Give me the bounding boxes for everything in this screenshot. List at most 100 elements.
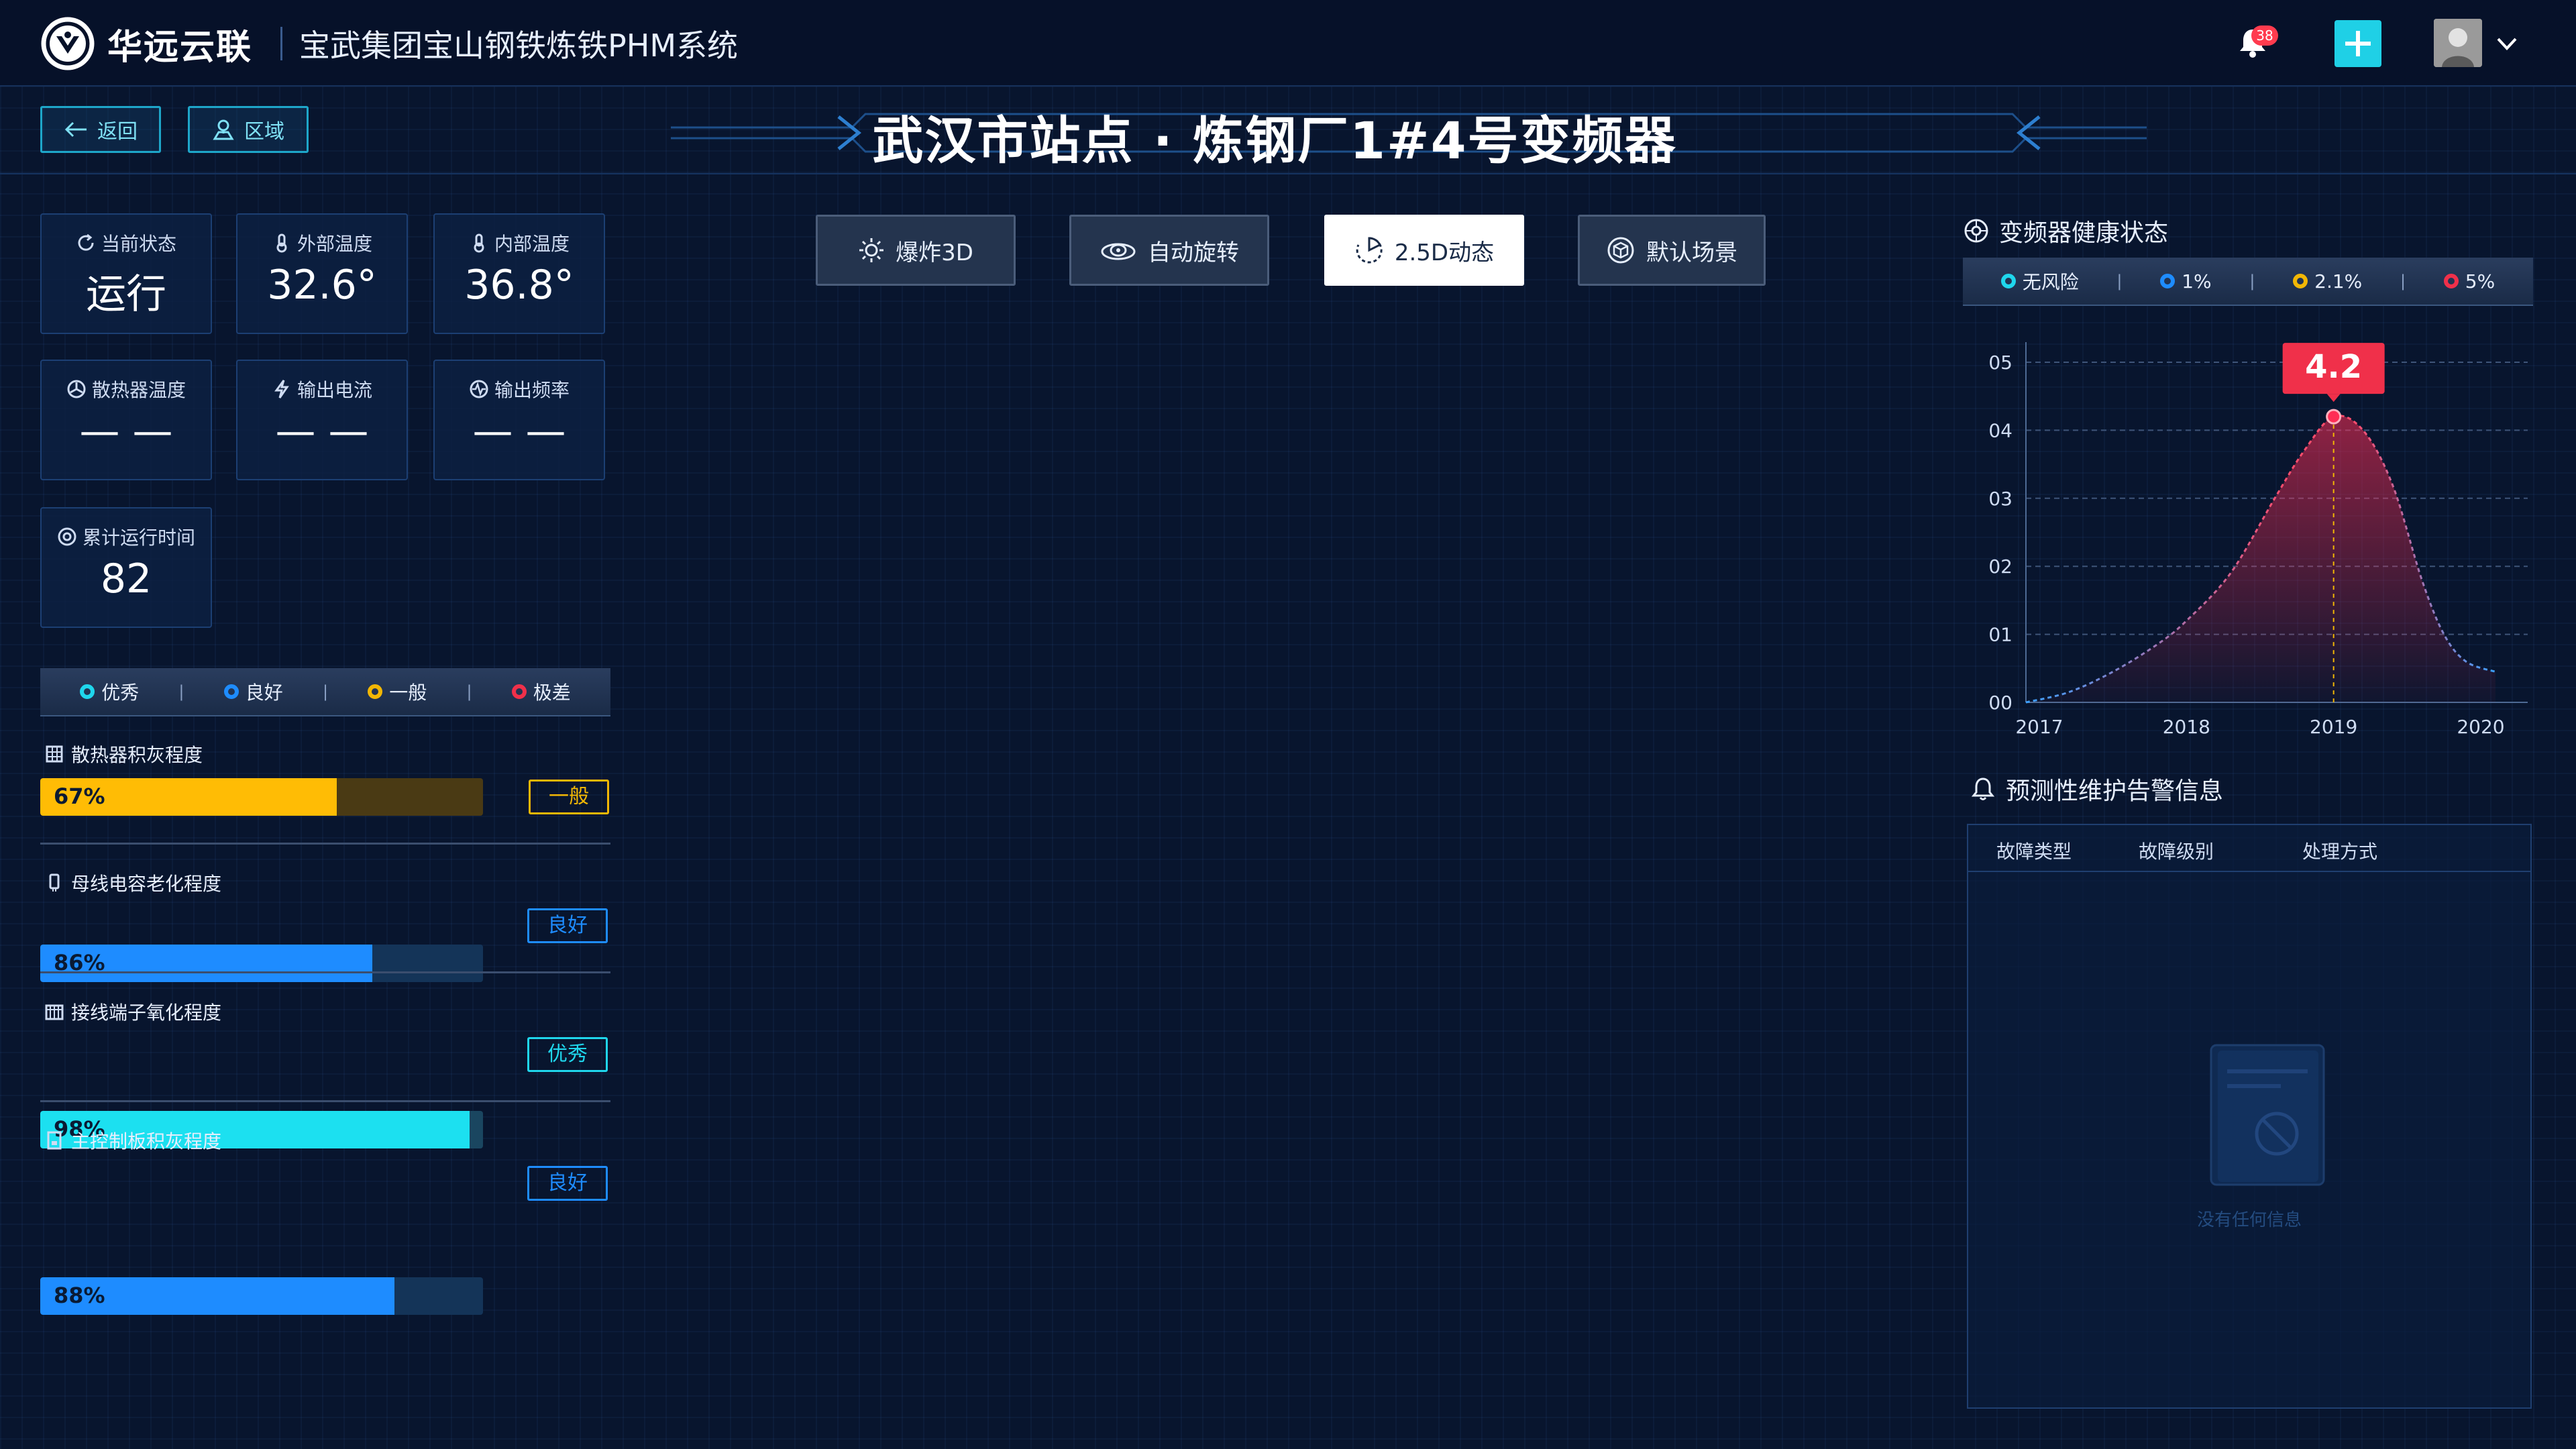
column-header-handling: 处理方式	[2302, 841, 2378, 863]
highlight-point	[2326, 409, 2342, 425]
column-header-fault-level: 故障级别	[2139, 841, 2214, 863]
legend-item: 5%	[2443, 270, 2496, 292]
condition-label: 母线电容老化程度	[71, 873, 222, 895]
alerts-title: 预测性维护告警信息	[2006, 777, 2224, 805]
legend-item: 1%	[2160, 270, 2212, 292]
highlight-tooltip-arrow	[2326, 394, 2341, 402]
legend-label: 极差	[533, 682, 571, 704]
system-title: 宝武集团宝山钢铁炼铁PHM系统	[299, 28, 739, 64]
metric-value: 运行	[86, 271, 166, 318]
y-tick-label: 05	[1988, 352, 2012, 374]
health-legend: 无风险 | 1% | 2.1% | 5%	[1963, 258, 2533, 306]
default-scene-button[interactable]: 默认场景	[1578, 215, 1766, 286]
notification-badge: 38	[2251, 25, 2278, 46]
y-tick-label: 01	[1988, 624, 2012, 646]
legend-label: 无风险	[2022, 271, 2079, 293]
legend-dot	[2160, 274, 2176, 288]
y-tick-label: 04	[1988, 419, 2012, 441]
metric-label: 外部温度	[297, 233, 372, 255]
column-header-fault-type: 故障类型	[1996, 841, 2072, 863]
legend-dot	[511, 684, 527, 699]
thermometer-icon	[272, 233, 292, 253]
metric-value: 36.8°	[464, 262, 574, 309]
terminal-icon	[44, 1002, 64, 1022]
metric-card-external-temp: 外部温度 32.6°	[236, 213, 408, 334]
x-tick-label: 2020	[2457, 716, 2504, 738]
legend-separator: |	[178, 682, 184, 701]
alerts-section-title: 预测性维护告警信息	[1970, 771, 2223, 806]
metric-label: 散热器温度	[91, 379, 186, 401]
heatsink-icon	[44, 744, 64, 764]
legend-dot	[2443, 274, 2459, 288]
condition-label: 散热器积灰程度	[71, 744, 203, 766]
metric-label: 内部温度	[494, 233, 570, 255]
legend-separator: |	[466, 682, 472, 701]
thermometer-icon	[469, 233, 489, 253]
dynamic-2-5d-button[interactable]: 2.5D动态	[1324, 215, 1524, 286]
condition-label-row: 接线端子氧化程度	[44, 998, 221, 1025]
metric-card-internal-temp: 内部温度 36.8°	[433, 213, 605, 334]
row-divider	[40, 971, 610, 973]
plus-icon	[2345, 31, 2371, 56]
legend-dot	[368, 684, 383, 699]
metric-label: 输出频率	[494, 379, 570, 401]
avatar[interactable]	[2434, 19, 2482, 67]
condition-label-row: 散热器积灰程度	[44, 741, 203, 767]
area-button-label: 区域	[244, 120, 284, 144]
back-button[interactable]: 返回	[40, 106, 161, 153]
legend-label: 2.1%	[2314, 270, 2363, 292]
legend-label: 5%	[2465, 270, 2496, 292]
condition-percent: 67%	[54, 784, 105, 809]
gear-icon	[1963, 217, 1990, 244]
condition-progress-bar: 67%	[40, 778, 483, 816]
legend-dot	[2293, 274, 2308, 288]
health-title: 变频器健康状态	[1999, 219, 2169, 247]
status-badge: 良好	[527, 1166, 608, 1201]
header-divider	[0, 173, 2576, 174]
condition-label-row: 母线电容老化程度	[44, 869, 221, 896]
legend-separator: |	[2249, 272, 2255, 290]
wave-icon	[469, 379, 489, 399]
metric-card-runtime: 累计运行时间 82	[40, 507, 212, 628]
dynamic-2-5d-label: 2.5D动态	[1394, 239, 1495, 266]
capacitor-icon	[44, 873, 64, 893]
fan-icon	[66, 379, 87, 399]
back-button-label: 返回	[97, 120, 138, 144]
explode-3d-button[interactable]: 爆炸3D	[816, 215, 1016, 286]
add-button[interactable]	[2334, 20, 2381, 67]
alerts-table: 故障类型 故障级别 处理方式 没有任何信息	[1967, 824, 2532, 1409]
empty-state-text: 没有任何信息	[2196, 1210, 2302, 1230]
metric-value: — —	[79, 408, 173, 455]
board-icon	[44, 1130, 64, 1150]
x-tick-label: 2019	[2310, 716, 2357, 738]
row-divider	[40, 843, 610, 845]
legend-separator: |	[2400, 272, 2406, 290]
brand-name: 华远云联	[107, 28, 253, 68]
dynamic-icon	[1354, 235, 1384, 265]
lightning-icon	[272, 379, 292, 399]
legend-item: 优秀	[80, 678, 139, 705]
row-divider	[40, 1100, 610, 1102]
legend-label: 1%	[2182, 270, 2212, 292]
legend-item: 无风险	[2000, 268, 2079, 294]
legend-label: 一般	[389, 682, 427, 704]
chevron-down-icon[interactable]	[2496, 34, 2518, 54]
rotate-eye-icon	[1099, 237, 1137, 264]
legend-dot	[223, 684, 239, 699]
logo-icon	[40, 16, 95, 71]
alerts-table-header: 故障类型 故障级别 处理方式	[1968, 825, 2530, 872]
area-button[interactable]: 区域	[188, 106, 309, 153]
auto-rotate-button[interactable]: 自动旋转	[1069, 215, 1269, 286]
metric-card-output-current: 输出电流 — —	[236, 360, 408, 480]
legend-dot	[80, 684, 95, 699]
legend-item: 良好	[223, 678, 283, 705]
x-tick-label: 2017	[2015, 716, 2063, 738]
metric-card-output-frequency: 输出频率 — —	[433, 360, 605, 480]
chart-area-fill	[2026, 415, 2496, 702]
status-badge: 良好	[527, 908, 608, 943]
metric-value: 82	[100, 555, 152, 602]
condition-label: 主控制板积灰程度	[71, 1130, 222, 1152]
y-tick-label: 03	[1988, 488, 2012, 510]
empty-state-icon	[2207, 1042, 2328, 1190]
brand-divider	[280, 27, 282, 60]
